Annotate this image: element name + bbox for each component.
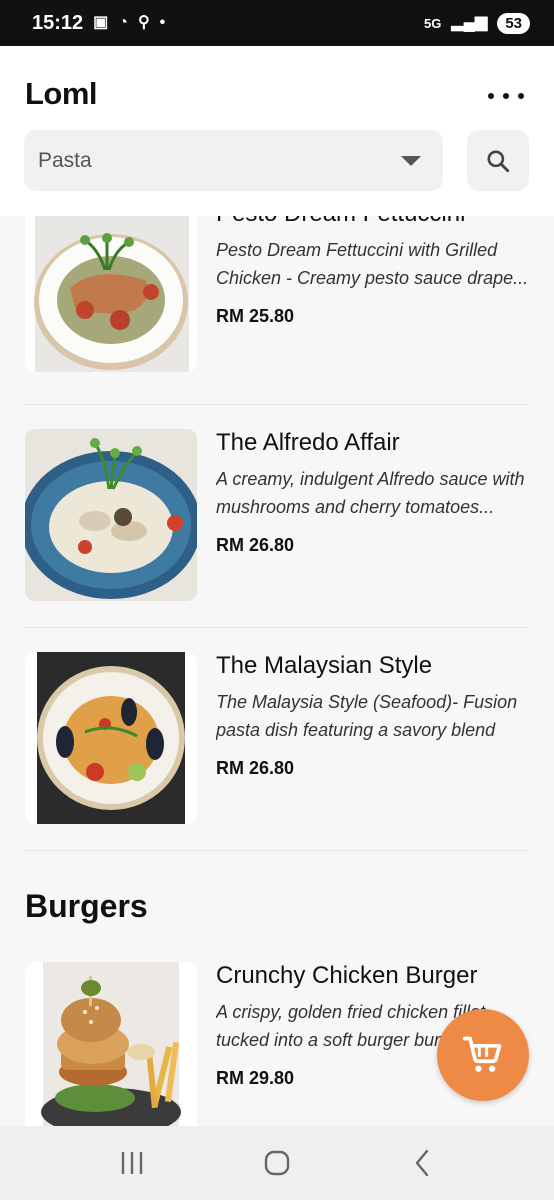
dish-description: A creamy, indulgent Alfredo sauce with m… — [216, 469, 525, 517]
battery-indicator: 53 — [497, 12, 530, 34]
screenshot-icon: ▣ — [93, 14, 109, 31]
section-title-burgers: Burgers — [25, 888, 148, 924]
home-icon — [264, 1150, 290, 1176]
menu-item[interactable]: Pesto Dream Fettuccini Pesto Dream Fettu… — [25, 216, 529, 372]
back-button[interactable] — [392, 1143, 452, 1183]
dish-photo — [25, 429, 197, 601]
divider — [25, 627, 529, 628]
dish-name: The Alfredo Affair — [216, 429, 400, 456]
app-header: Loml Pasta — [0, 46, 554, 216]
recent-apps-icon — [122, 1152, 143, 1174]
dish-description: Pesto Dream Fettuccini with Grilled Chic… — [216, 240, 529, 288]
dish-price: RM 26.80 — [216, 758, 295, 778]
menu-list[interactable]: Pesto Dream Fettuccini Pesto Dream Fettu… — [0, 216, 554, 1126]
dot-icon: • — [159, 14, 166, 31]
more-options-button[interactable] — [488, 84, 524, 108]
menu-item[interactable]: The Malaysian Style The Malaysia Style (… — [25, 652, 529, 824]
status-bar: 15:12 ▣ ◔ ⚲ • 5G ▂▄▆ 53 — [0, 0, 554, 46]
menu-item[interactable]: The Alfredo Affair A creamy, indulgent A… — [25, 429, 529, 601]
search-notification-icon: ⚲ — [137, 14, 150, 31]
divider — [25, 404, 529, 405]
status-time: 15:12 — [32, 11, 84, 34]
category-selected-value: Pasta — [38, 148, 92, 172]
dish-name: The Malaysian Style — [216, 652, 433, 679]
more-dot-icon — [503, 93, 509, 99]
dish-name: Crunchy Chicken Burger — [216, 962, 478, 989]
more-dot-icon — [488, 93, 494, 99]
signal-icon: ▂▄▆ — [451, 14, 488, 31]
home-button[interactable] — [247, 1143, 307, 1183]
chevron-down-icon — [401, 155, 421, 166]
recent-apps-button[interactable] — [102, 1143, 162, 1183]
dish-price: RM 29.80 — [216, 1068, 295, 1088]
dish-description: The Malaysia Style (Seafood)- Fusion pas… — [216, 692, 518, 740]
divider — [25, 850, 529, 851]
page-title: Loml — [25, 76, 98, 111]
more-dot-icon — [518, 93, 524, 99]
network-badge: 5G — [424, 15, 442, 31]
search-button[interactable] — [467, 130, 529, 191]
category-dropdown[interactable]: Pasta — [24, 130, 443, 191]
dish-photo — [25, 962, 197, 1126]
back-icon — [415, 1149, 428, 1177]
dish-photo — [25, 216, 197, 372]
dish-photo — [25, 652, 197, 824]
dish-price: RM 25.80 — [216, 306, 295, 326]
dish-price: RM 26.80 — [216, 535, 295, 555]
whatsapp-icon: ◔ — [118, 14, 128, 31]
cart-button[interactable] — [437, 1009, 529, 1101]
dish-name: Pesto Dream Fettuccini — [216, 216, 465, 228]
search-icon — [487, 149, 510, 172]
cart-icon — [462, 1036, 502, 1072]
system-nav-bar — [0, 1126, 554, 1200]
